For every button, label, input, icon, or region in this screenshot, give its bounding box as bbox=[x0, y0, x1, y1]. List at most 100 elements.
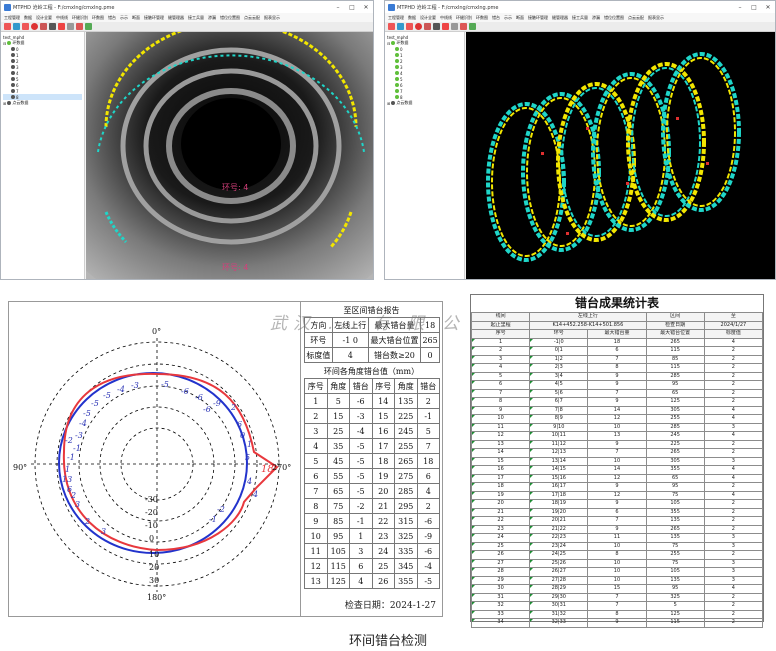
cell: 2 bbox=[703, 439, 764, 449]
cell: 17|18 bbox=[529, 490, 589, 500]
column-header: 最大错台量 bbox=[587, 329, 647, 339]
menu-item[interactable]: 中线线 bbox=[56, 15, 68, 21]
cell: 2|3 bbox=[529, 363, 589, 373]
cell: 10 bbox=[587, 558, 647, 568]
cell: 18 bbox=[470, 482, 531, 492]
cell: 325 bbox=[645, 592, 705, 602]
tool-icon[interactable] bbox=[76, 23, 83, 30]
cell: 35 bbox=[326, 438, 350, 454]
cell: 2 bbox=[703, 609, 764, 619]
menu-item[interactable]: 工程管理 bbox=[4, 15, 20, 21]
menu-item[interactable]: 中线线 bbox=[440, 15, 452, 21]
tool-icon[interactable] bbox=[397, 23, 404, 30]
menu-item[interactable]: 错台 bbox=[108, 15, 116, 21]
cell: 8|9 bbox=[529, 414, 589, 424]
menu-item[interactable]: 缝管理器 bbox=[552, 15, 568, 21]
cell: 14 bbox=[470, 448, 531, 458]
layer-tree: test_mphd ⊟ 环数据 0 1 2 3 4 5 6 7 8 ⊞ 点云数据 bbox=[1, 32, 85, 279]
minimize-button[interactable]: – bbox=[733, 4, 747, 11]
tool-icon[interactable] bbox=[22, 23, 29, 30]
menu-item[interactable]: 环数图 bbox=[92, 15, 104, 21]
tree-node[interactable]: ⊞ 点云数据 bbox=[3, 100, 82, 106]
minimize-button[interactable]: – bbox=[331, 4, 345, 11]
menu-item[interactable]: 示示 bbox=[504, 15, 512, 21]
tool-icon[interactable] bbox=[31, 23, 38, 30]
report-angle-table: 序号 角度 错台 序号 角度 错台 1 5 -6 14 135 2 2 15 -3 15 225 -1… bbox=[304, 378, 440, 589]
tool-icon[interactable] bbox=[13, 23, 20, 30]
offset-value-label: -2 bbox=[65, 436, 73, 445]
tool-icon[interactable] bbox=[4, 23, 11, 30]
menu-item[interactable]: 环缝识别 bbox=[456, 15, 472, 21]
tool-icon[interactable] bbox=[67, 23, 74, 30]
menu-item[interactable]: 点云云配 bbox=[244, 15, 260, 21]
cell: 5 bbox=[470, 371, 531, 381]
menu-item[interactable]: 断面 bbox=[516, 15, 524, 21]
cell: 10 bbox=[587, 422, 647, 432]
cell: 8 bbox=[470, 397, 531, 407]
tool-icon[interactable] bbox=[424, 23, 431, 30]
cell: 265 bbox=[645, 337, 705, 347]
menu-item[interactable]: 工程管理 bbox=[388, 15, 404, 21]
menu-item[interactable]: 示示 bbox=[120, 15, 128, 21]
menu-item[interactable]: 接工兵量 bbox=[572, 15, 588, 21]
tool-icon[interactable] bbox=[85, 23, 92, 30]
menu-item[interactable]: 报表显示 bbox=[264, 15, 280, 21]
close-button[interactable]: ✕ bbox=[359, 4, 373, 11]
tree-node[interactable]: ⊞ 点云数据 bbox=[387, 100, 462, 106]
stats-title: 错台成果统计表 bbox=[574, 296, 659, 310]
cell: 9 bbox=[304, 513, 328, 529]
tool-icon[interactable] bbox=[469, 23, 476, 30]
menu-item[interactable]: 接触环管理 bbox=[144, 15, 164, 21]
report-row: 2 15 -3 15 225 -1 bbox=[304, 408, 440, 424]
cell: 18 bbox=[371, 453, 395, 469]
tunnel-pointcloud-view[interactable]: 环号: 4 环号: 4 bbox=[86, 32, 373, 279]
rings-3d-view[interactable] bbox=[466, 32, 775, 279]
tool-icon[interactable] bbox=[49, 23, 56, 30]
menu-item[interactable]: 错位位置图 bbox=[604, 15, 624, 21]
offset-value-label: 2 bbox=[84, 517, 90, 526]
offset-value-label: -1 bbox=[209, 515, 217, 524]
cell: 5 bbox=[416, 423, 440, 439]
cell: 2 bbox=[703, 524, 764, 534]
cell: 28|29 bbox=[529, 584, 589, 594]
offset-value-label: 2 bbox=[230, 403, 236, 412]
tool-icon[interactable] bbox=[388, 23, 395, 30]
cell: 85 bbox=[326, 513, 350, 529]
tool-icon[interactable] bbox=[442, 23, 449, 30]
menu-item[interactable]: 数据 bbox=[408, 15, 416, 21]
tool-icon[interactable] bbox=[460, 23, 467, 30]
cell: 2 bbox=[416, 393, 440, 409]
cell: 4 bbox=[703, 405, 764, 415]
menu-item[interactable]: 渗漏 bbox=[208, 15, 216, 21]
tool-icon[interactable] bbox=[40, 23, 47, 30]
maximize-button[interactable]: □ bbox=[345, 4, 359, 11]
menu-item[interactable]: 接触环管理 bbox=[528, 15, 548, 21]
tool-icon[interactable] bbox=[406, 23, 413, 30]
tool-icon[interactable] bbox=[415, 23, 422, 30]
menu-item[interactable]: 错台 bbox=[492, 15, 500, 21]
tool-icon[interactable] bbox=[433, 23, 440, 30]
cell: 15 bbox=[470, 456, 531, 466]
menu-item[interactable]: 缝管理器 bbox=[168, 15, 184, 21]
menu-item[interactable]: 环数图 bbox=[476, 15, 488, 21]
menu-item[interactable]: 接工兵量 bbox=[188, 15, 204, 21]
cell: 2 bbox=[703, 397, 764, 407]
cell: 4 bbox=[331, 347, 369, 363]
menu-item[interactable]: 渗漏 bbox=[592, 15, 600, 21]
menu-item[interactable]: 数据 bbox=[24, 15, 32, 21]
tool-icon[interactable] bbox=[58, 23, 65, 30]
menu-item[interactable]: 环缝识别 bbox=[72, 15, 88, 21]
maximize-button[interactable]: □ bbox=[747, 4, 761, 11]
close-button[interactable]: ✕ bbox=[761, 4, 775, 11]
tool-icon[interactable] bbox=[451, 23, 458, 30]
left-titlebar: MTPHD 沧岭工程 - F:/cmxlng/cmxlng.pme – □ ✕ bbox=[1, 1, 373, 13]
cell: 19|20 bbox=[529, 507, 589, 517]
menu-item[interactable]: 设计全要 bbox=[36, 15, 52, 21]
menu-item[interactable]: 设计全要 bbox=[420, 15, 436, 21]
column-header: 角度 bbox=[326, 378, 350, 394]
table-row: 7 5|6 7 65 2 bbox=[470, 388, 764, 398]
menu-item[interactable]: 断面 bbox=[132, 15, 140, 21]
menu-item[interactable]: 点云云配 bbox=[628, 15, 644, 21]
menu-item[interactable]: 错位位置图 bbox=[220, 15, 240, 21]
menu-item[interactable]: 报表显示 bbox=[648, 15, 664, 21]
